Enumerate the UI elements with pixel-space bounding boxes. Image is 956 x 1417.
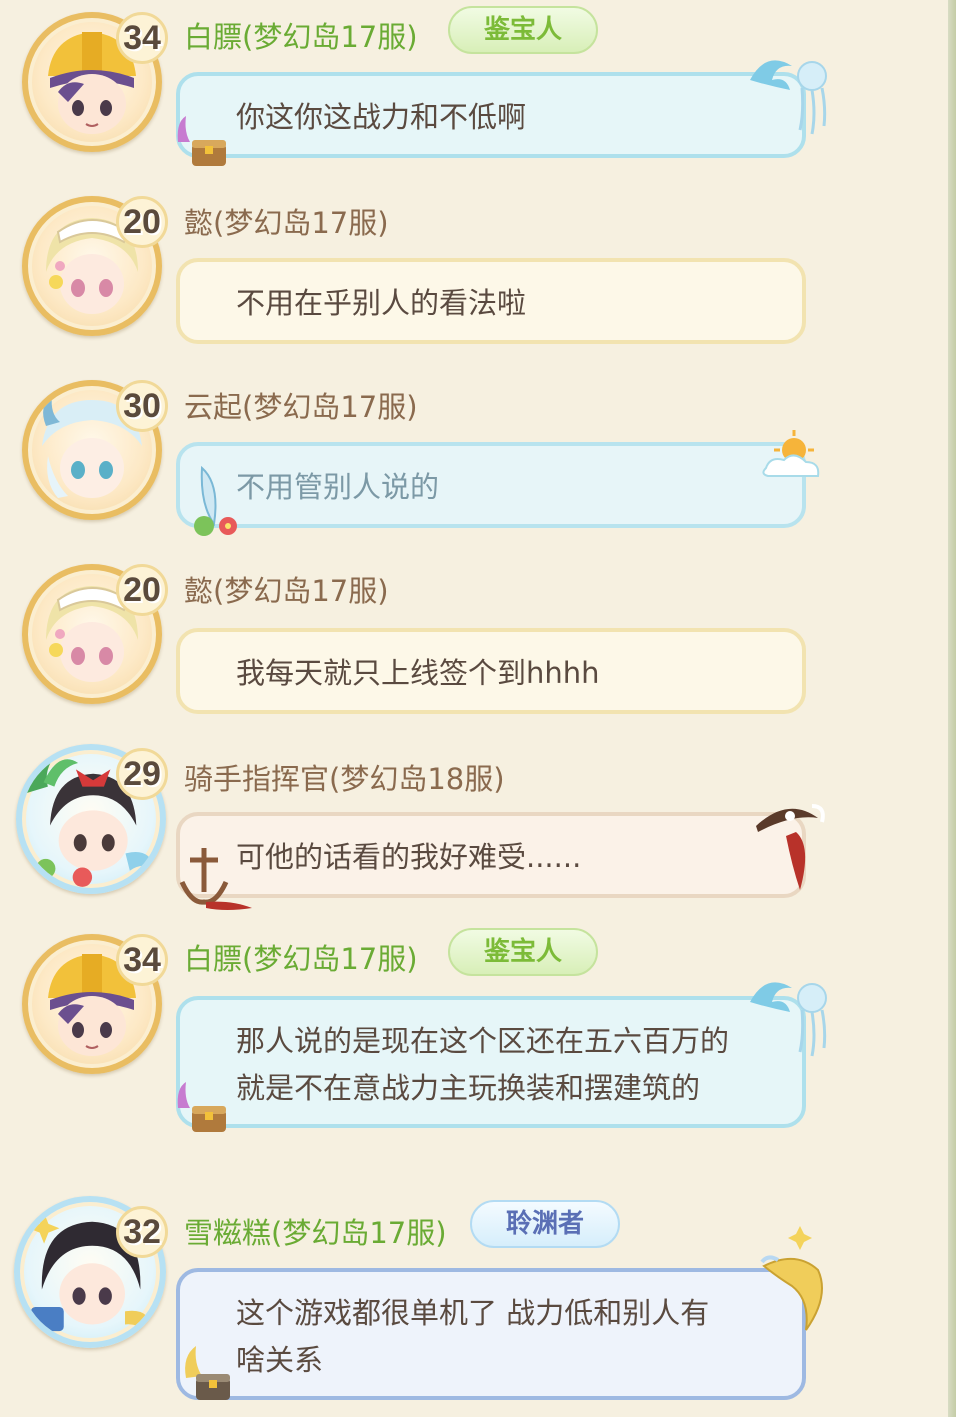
surfboard-flower-icon bbox=[194, 465, 237, 536]
sun-cloud-icon bbox=[762, 430, 820, 477]
message-line: 就是不在意战力主玩换装和摆建筑的 bbox=[236, 1071, 701, 1105]
message-bubble: 不用在乎别人的看法啦 bbox=[176, 258, 806, 344]
message-bubble: 那人说的是现在这个区还在五六百万的 就是不在意战力主玩换装和摆建筑的 bbox=[176, 996, 806, 1128]
sender-name[interactable]: 白膘(梦幻岛17服) bbox=[184, 936, 418, 978]
message-line: 不用管别人说的 bbox=[236, 470, 440, 504]
sender-name[interactable]: 懿(梦幻岛17服) bbox=[184, 568, 389, 610]
message-bubble: 可他的话看的我好难受...... bbox=[176, 812, 806, 898]
message-line: 我每天就只上线签个到hhhh bbox=[236, 656, 600, 690]
title-badge: 鉴宝人 bbox=[448, 928, 599, 976]
level-badge: 34 bbox=[116, 12, 168, 64]
message-line: 那人说的是现在这个区还在五六百万的 bbox=[236, 1024, 730, 1058]
anchor-icon bbox=[179, 848, 252, 910]
message-bubble: 你这你这战力和不低啊 bbox=[176, 72, 806, 158]
sender-name[interactable]: 云起(梦幻岛17服) bbox=[184, 384, 418, 426]
level-badge: 34 bbox=[116, 934, 168, 986]
title-badge: 聆渊者 bbox=[470, 1200, 621, 1248]
message-line: 不用在乎别人的看法啦 bbox=[236, 286, 527, 320]
level-badge: 29 bbox=[116, 748, 168, 800]
message-bubble: 我每天就只上线签个到hhhh bbox=[176, 628, 806, 714]
treasure-chest-icon bbox=[177, 116, 226, 166]
message-line: 啥关系 bbox=[236, 1343, 324, 1377]
sender-name[interactable]: 懿(梦幻岛17服) bbox=[184, 200, 389, 242]
level-badge: 20 bbox=[116, 564, 168, 616]
level-badge: 32 bbox=[116, 1206, 168, 1258]
sender-name[interactable]: 骑手指挥官(梦幻岛18服) bbox=[184, 756, 505, 798]
treasure-chest-icon bbox=[185, 1346, 230, 1400]
sender-name[interactable]: 白膘(梦幻岛17服) bbox=[184, 14, 418, 56]
message-bubble: 这个游戏都很单机了 战力低和别人有 啥关系 bbox=[176, 1268, 806, 1400]
title-badge: 鉴宝人 bbox=[448, 6, 599, 54]
level-badge: 30 bbox=[116, 380, 168, 432]
message-line: 可他的话看的我好难受...... bbox=[236, 840, 582, 874]
golden-whale-icon bbox=[760, 1226, 823, 1331]
wave-jellyfish-icon bbox=[750, 982, 827, 1057]
message-bubble: 不用管别人说的 bbox=[176, 442, 806, 528]
sender-name[interactable]: 雪糍糕(梦幻岛17服) bbox=[184, 1210, 447, 1252]
pirate-hat-icon bbox=[756, 804, 825, 890]
message-line: 这个游戏都很单机了 战力低和别人有 bbox=[236, 1296, 710, 1330]
level-badge: 20 bbox=[116, 196, 168, 248]
treasure-chest-icon bbox=[177, 1082, 226, 1132]
wave-jellyfish-icon bbox=[750, 60, 827, 135]
message-line: 你这你这战力和不低啊 bbox=[236, 100, 527, 134]
right-edge-strip bbox=[948, 0, 956, 1417]
